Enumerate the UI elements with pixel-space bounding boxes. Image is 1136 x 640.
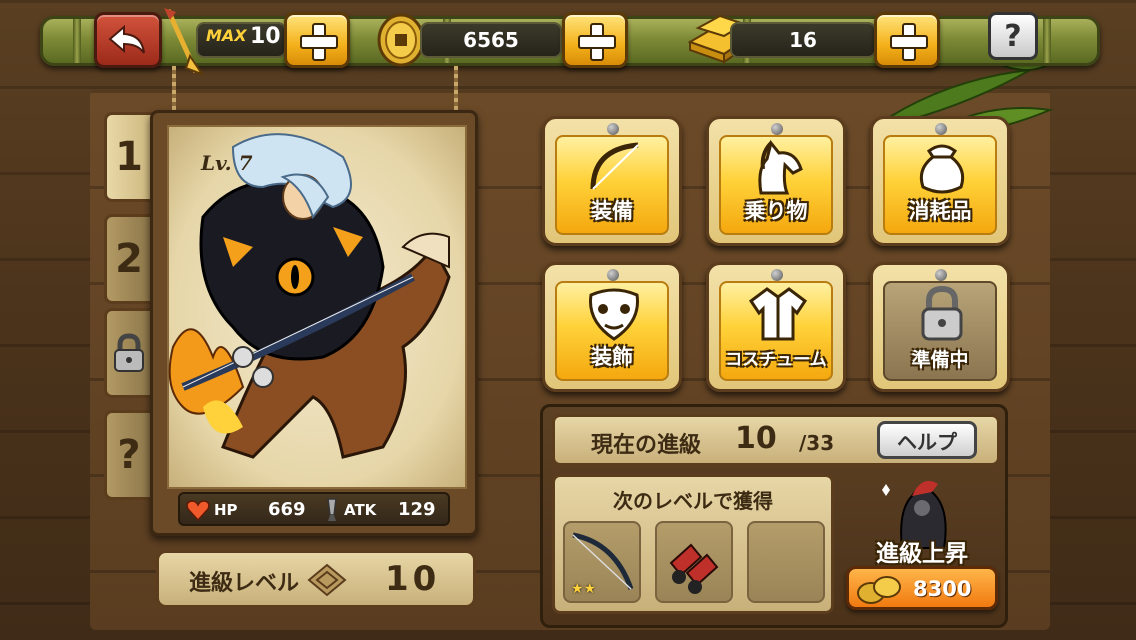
add-stamina-button[interactable] [284,12,350,68]
costume-label: コスチューム [725,350,827,370]
bracers-icon [669,543,719,594]
accessory-button[interactable]: 装飾 [542,262,682,392]
hero-portrait: Lv. 7 [167,125,467,489]
next-level-title: 次のレベルで獲得 [613,489,773,513]
equipment-button[interactable]: 装備 [542,116,682,246]
tab-unknown[interactable]: ? [104,410,154,500]
pouch-icon [919,144,965,194]
costume-button[interactable]: コスチューム [706,262,846,392]
gold-amount: 16 [789,28,817,52]
coming-soon-button[interactable]: 準備中 [870,262,1010,392]
atk-label: ATK [344,501,377,519]
hero-illustration [168,133,451,459]
mount-label: 乗り物 [744,199,808,223]
promotion-level-row: 進級レベル 10 [156,550,476,608]
help-button[interactable]: ? [988,12,1038,60]
plus-icon [300,23,338,61]
promotion-max: /33 [799,431,835,455]
reward-slot-bow[interactable]: ★★ [563,521,641,603]
mount-button[interactable]: 乗り物 [706,116,846,246]
sword-icon [327,498,337,521]
diamond-ornament-icon [307,563,347,597]
bow-icon [590,142,639,190]
horse-icon [758,139,803,195]
costume-icon [748,287,808,341]
add-gold-button[interactable] [874,12,940,68]
stamina-value: 10 [250,24,281,49]
back-arrow-icon [108,25,145,54]
hero-card: Lv. 7 [150,110,478,536]
consumables-button[interactable]: 消耗品 [870,116,1010,246]
atk-value: 129 [398,499,436,520]
promote-cost-value: 8300 [913,577,972,601]
next-level-rewards: 次のレベルで獲得 ★★ [552,474,834,614]
tab-2[interactable]: 2 [104,214,154,304]
coin-icon [377,13,425,67]
stamina-max-label: MAX [206,26,247,45]
hp-label: HP [214,501,238,519]
promotion-title: 現在の進級 [591,433,702,458]
add-coins-button[interactable] [562,12,628,68]
heart-icon [186,500,210,521]
reward-slot-bracers[interactable] [655,521,733,603]
promotion-level-value: 10 [385,559,441,599]
promote-cost-button[interactable]: 8300 [846,566,998,610]
promotion-header: 現在の進級 10 /33 ヘルプ [552,414,1000,466]
hp-value: 669 [268,499,306,520]
accessory-label: 装飾 [591,345,633,369]
coin-pill: 6565 [420,22,562,58]
reward-stars: ★★ [571,581,597,597]
lock-icon [114,333,144,372]
hero-level: Lv. 7 [201,151,253,175]
tab-locked[interactable] [104,308,154,398]
promote-label: 進級上昇 [876,541,968,567]
coin-amount: 6565 [463,28,519,52]
back-button[interactable] [94,12,162,68]
promotion-level-label: 進級レベル [189,571,300,596]
promotion-current: 10 [735,421,777,456]
gold-pill: 16 [730,22,876,58]
rope [172,66,176,114]
promotion-help-button[interactable]: ヘルプ [877,421,977,459]
plus-icon [578,23,616,61]
reward-slot-empty [747,521,825,603]
lock-icon [921,285,963,341]
plus-icon [890,23,928,61]
consumables-label: 消耗品 [908,199,972,223]
tab-1[interactable]: 1 [104,112,154,202]
coins-icon [857,576,901,604]
mask-icon [588,288,640,341]
coming-soon-label: 準備中 [911,349,969,371]
equipment-label: 装備 [591,199,633,223]
rope [454,66,458,114]
hero-stats: HP 669 ATK 129 [178,492,450,526]
